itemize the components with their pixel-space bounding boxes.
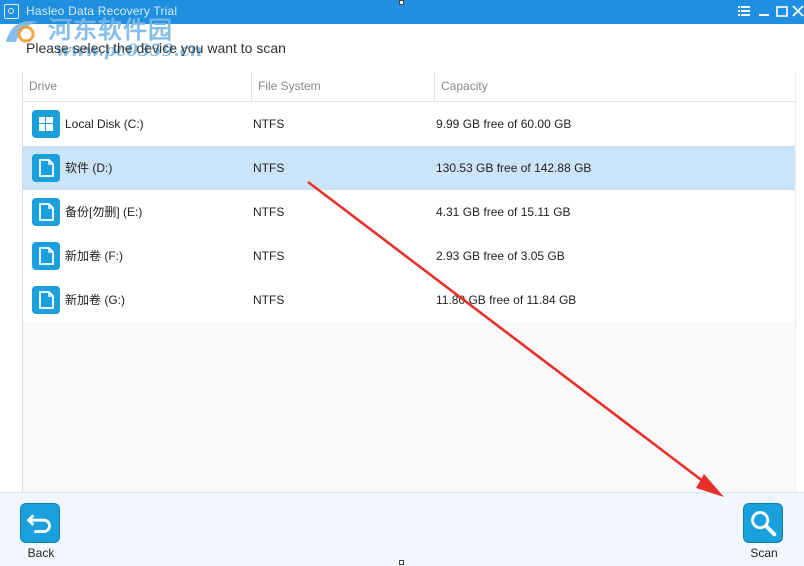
scan-label: Scan [750,546,778,560]
drive-name: 新加卷 (F:) [65,249,123,263]
document-drive-icon [32,286,60,314]
menu-icon[interactable] [736,3,752,19]
table-row[interactable]: 新加卷 (F:) NTFS 2.93 GB free of 3.05 GB [23,234,795,278]
document-drive-icon [32,198,60,226]
drive-file-system: NTFS [253,249,285,263]
drive-capacity: 2.93 GB free of 3.05 GB [436,249,565,263]
document-drive-icon [32,242,60,270]
drive-capacity: 130.53 GB free of 142.88 GB [436,161,592,175]
table-row[interactable]: Local Disk (C:) NTFS 9.99 GB free of 60.… [23,102,795,146]
drive-capacity: 4.31 GB free of 15.11 GB [436,205,571,219]
bottom-toolbar: Back Scan [0,492,804,566]
back-label: Back [27,546,55,560]
selection-handle [399,560,404,565]
drive-name: 备份[勿删] (E:) [65,205,143,219]
restore-icon[interactable] [774,3,790,19]
drive-file-system: NTFS [253,161,285,175]
back-button[interactable]: Back [20,503,62,563]
column-header-capacity[interactable]: Capacity [434,72,795,101]
back-arrow-icon [20,503,60,543]
close-icon[interactable] [790,3,804,19]
selection-handle [399,0,404,5]
instruction-text: Please select the device you want to sca… [26,40,286,56]
table-row[interactable]: 备份[勿删] (E:) NTFS 4.31 GB free of 15.11 G… [23,190,795,234]
document-drive-icon [32,154,60,182]
drive-name: 软件 (D:) [65,161,113,175]
drive-name: 新加卷 (G:) [65,293,125,307]
windows-drive-icon [32,110,60,138]
scan-button[interactable]: Scan [743,503,785,563]
magnifier-icon [743,503,783,543]
table-row[interactable]: 新加卷 (G:) NTFS 11.80 GB free of 11.84 GB [23,278,795,322]
drive-file-system: NTFS [253,293,285,307]
table-header: Drive File System Capacity [23,72,795,102]
drive-capacity: 11.80 GB free of 11.84 GB [436,293,577,307]
window-title: Hasleo Data Recovery Trial [26,4,178,18]
drive-file-system: NTFS [253,205,285,219]
column-header-drive[interactable]: Drive [23,72,251,101]
column-header-file-system[interactable]: File System [251,72,434,101]
drive-table: Drive File System Capacity Local Disk (C… [22,72,796,492]
drive-name: Local Disk (C:) [65,117,144,131]
drive-file-system: NTFS [253,117,285,131]
minimize-icon[interactable] [756,3,772,19]
drive-capacity: 9.99 GB free of 60.00 GB [436,117,572,131]
table-row-selected[interactable]: 软件 (D:) NTFS 130.53 GB free of 142.88 GB [23,146,795,190]
app-icon [4,4,19,19]
